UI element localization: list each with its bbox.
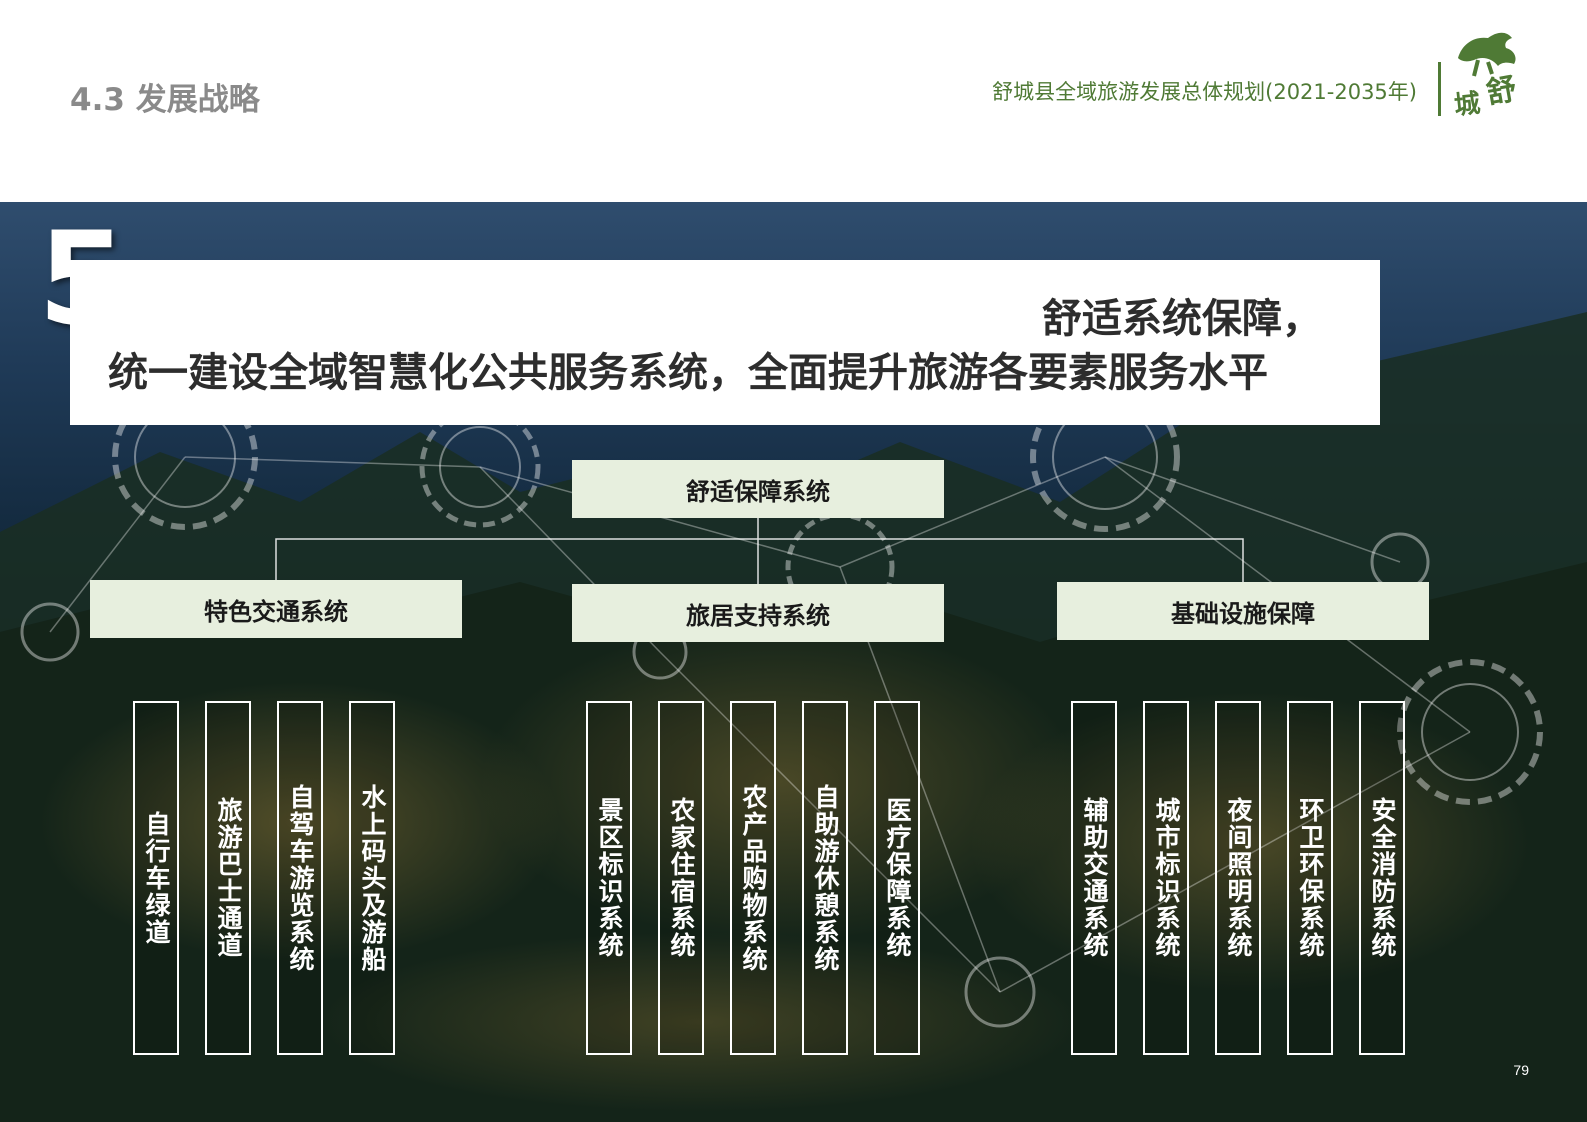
leaf-label: 自驾车游览系统 xyxy=(286,783,315,973)
logo-char-cheng: 城 xyxy=(1452,88,1482,122)
section-title: 4.3 发展战略 xyxy=(70,82,260,118)
leaf-label: 自助游休憩系统 xyxy=(811,783,840,973)
leaf-node: 旅游巴士通道 xyxy=(205,701,251,1055)
leaf-label: 辅助交通系统 xyxy=(1080,797,1109,959)
leaf-label: 农产品购物系统 xyxy=(739,783,768,973)
leaf-label: 旅游巴士通道 xyxy=(214,797,243,959)
leaf-label: 农家住宿系统 xyxy=(667,797,696,959)
leaf-node: 农产品购物系统 xyxy=(730,701,776,1055)
leaf-label: 水上码头及游船 xyxy=(358,783,387,973)
hero-panel: 5 舒适系统保障， 统一建设全域智慧化公共服务系统，全面提升旅游各要素服务水平 … xyxy=(0,202,1587,1122)
branch-node: 特色交通系统 xyxy=(90,580,462,638)
leaf-label: 环卫环保系统 xyxy=(1296,797,1325,959)
leaf-node: 景区标识系统 xyxy=(586,701,632,1055)
branch-node: 基础设施保障 xyxy=(1057,582,1429,640)
leaf-label: 安全消防系统 xyxy=(1368,797,1397,959)
leaf-label: 景区标识系统 xyxy=(595,797,624,959)
leaf-node: 城市标识系统 xyxy=(1143,701,1189,1055)
leaf-label: 城市标识系统 xyxy=(1152,797,1181,959)
leaf-node: 夜间照明系统 xyxy=(1215,701,1261,1055)
leaf-node: 安全消防系统 xyxy=(1359,701,1405,1055)
leaf-node: 辅助交通系统 xyxy=(1071,701,1117,1055)
leaf-node: 环卫环保系统 xyxy=(1287,701,1333,1055)
leaf-label: 自行车绿道 xyxy=(142,810,171,946)
branch-node: 旅居支持系统 xyxy=(572,584,944,642)
leaf-node: 农家住宿系统 xyxy=(658,701,704,1055)
leaf-node: 自助游休憩系统 xyxy=(802,701,848,1055)
document-title: 舒城县全域旅游发展总体规划(2021-2035年) xyxy=(992,80,1417,104)
leaf-node: 水上码头及游船 xyxy=(349,701,395,1055)
leaf-node: 自驾车游览系统 xyxy=(277,701,323,1055)
shucheng-logo: 舒 城 xyxy=(1448,28,1544,122)
leaf-label: 夜间照明系统 xyxy=(1224,797,1253,959)
branch-connector xyxy=(275,518,1244,584)
root-node: 舒适保障系统 xyxy=(572,460,944,518)
leaf-label: 医疗保障系统 xyxy=(883,797,912,959)
page-number: 79 xyxy=(1513,1062,1529,1078)
leaf-node: 医疗保障系统 xyxy=(874,701,920,1055)
leaf-node: 自行车绿道 xyxy=(133,701,179,1055)
logo-divider xyxy=(1438,62,1441,116)
